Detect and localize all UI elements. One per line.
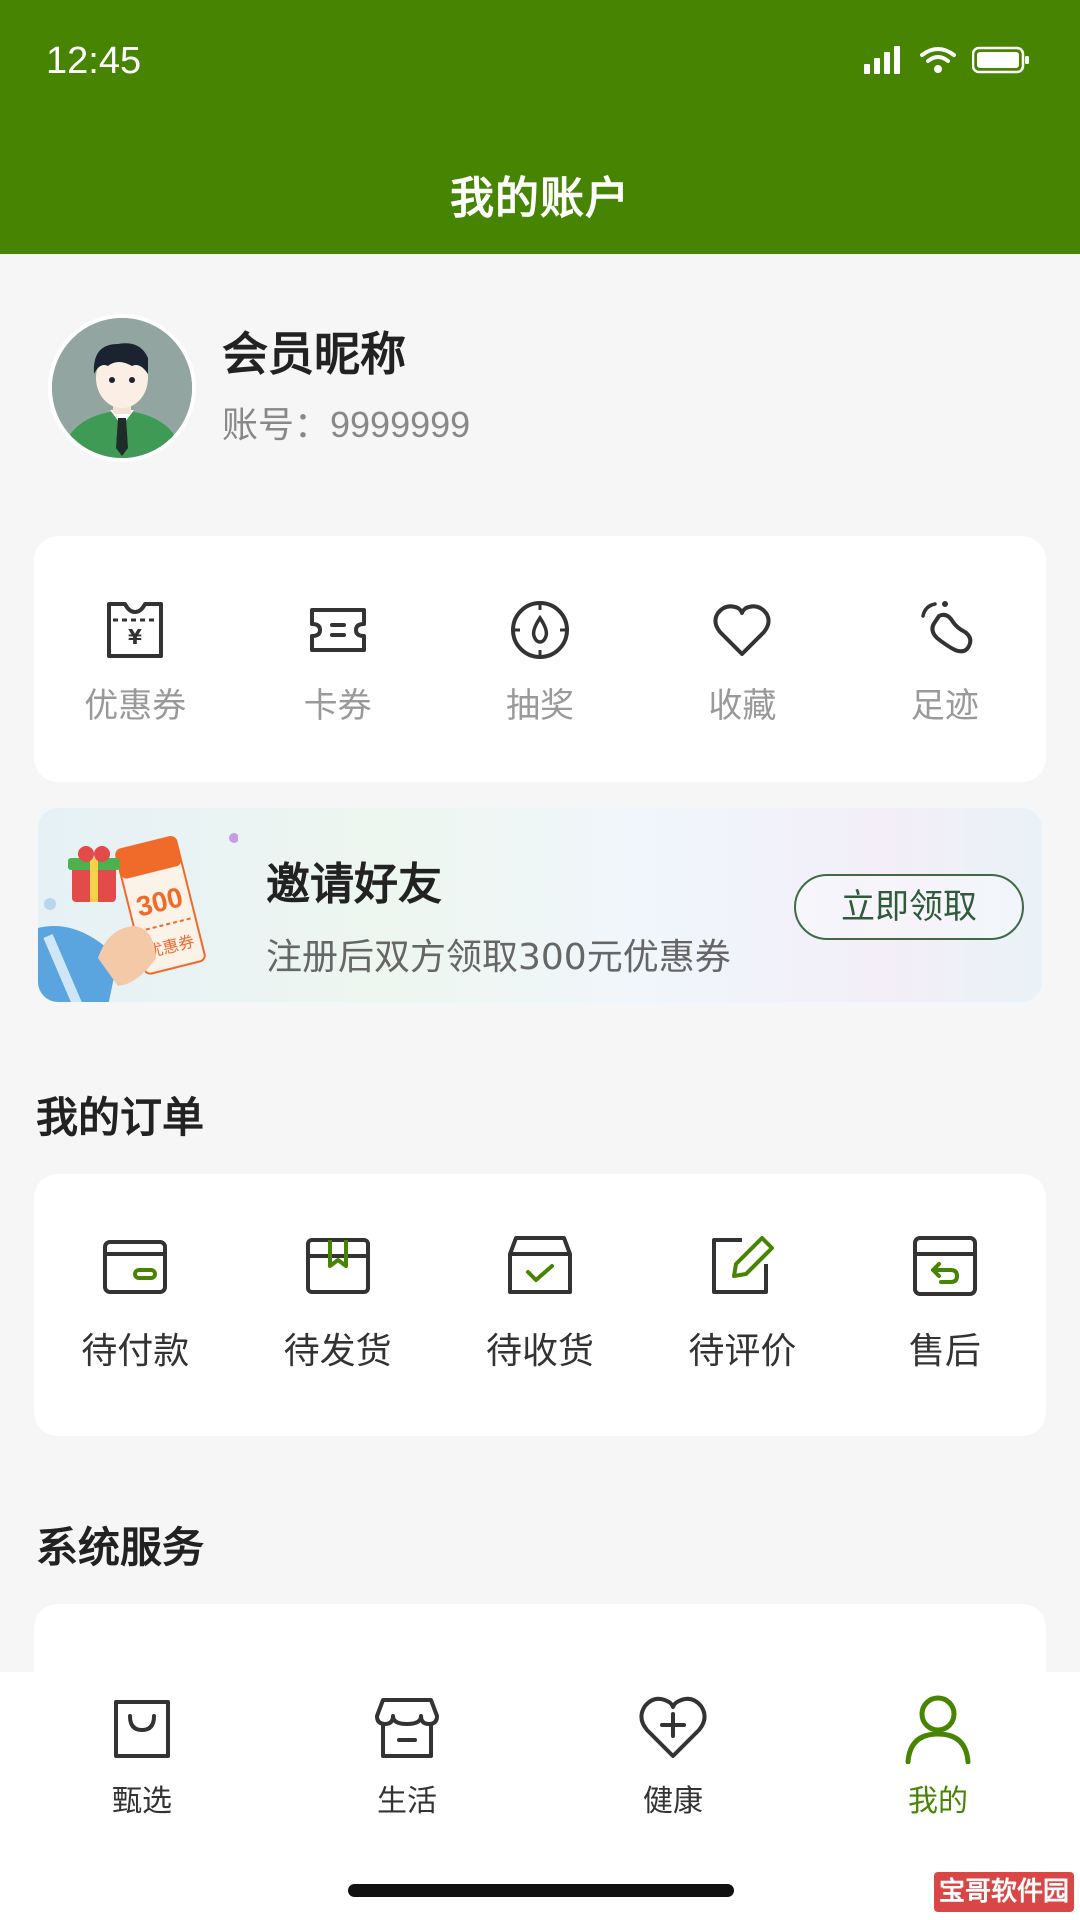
order-pending-receipt[interactable]: 待收货 [439,1174,641,1436]
invite-illustration: 300 优惠券 [38,833,238,1002]
tab-label: 我的 [908,1784,968,1819]
quick-action-label: 收藏 [708,686,777,726]
bottom-tab-bar: 甄选 生活 健康 我的 [0,1672,1080,1920]
account-label: 账号： [222,404,331,445]
orders-card: 待付款 待发货 待收货 待评价 售后 [34,1174,1046,1436]
box-check-icon [508,1236,573,1294]
status-time: 12:45 [46,40,142,82]
tab-label: 生活 [377,1784,437,1819]
tab-label: 甄选 [112,1784,172,1819]
quick-action-coupon[interactable]: ¥ 优惠券 [34,536,236,782]
signal-icon [864,46,900,74]
lottery-icon [511,601,570,659]
avatar[interactable] [48,314,196,462]
order-pending-review[interactable]: 待评价 [641,1174,843,1436]
svg-text:¥: ¥ [128,625,142,649]
wallet-icon [103,1240,168,1294]
order-pending-payment[interactable]: 待付款 [34,1174,236,1436]
order-status-label: 售后 [908,1331,981,1372]
tab-life[interactable]: 生活 [272,1672,542,1832]
user-icon [905,1695,971,1764]
shopping-bag-icon [114,1700,170,1758]
services-section-title: 系统服务 [36,1523,205,1572]
coupon-icon: ¥ [107,602,164,658]
claim-now-button[interactable]: 立即领取 [794,874,1024,940]
box-icon [305,1238,370,1294]
quick-action-label: 抽奖 [506,686,575,726]
order-status-label: 待评价 [688,1331,797,1372]
quick-action-lottery[interactable]: 抽奖 [439,536,641,782]
footprint-icon [921,601,973,654]
banner-subtitle: 注册后双方领取300元优惠券 [266,937,731,978]
edit-icon [712,1236,775,1294]
quick-action-label: 优惠券 [84,686,187,726]
header-bar: 12:45 我的账户 [0,0,1080,254]
quick-action-footprint[interactable]: 足迹 [844,536,1046,782]
quick-action-favorites[interactable]: 收藏 [641,536,843,782]
tab-mine[interactable]: 我的 [803,1672,1073,1832]
order-pending-shipment[interactable]: 待发货 [236,1174,438,1436]
tab-selection[interactable]: 甄选 [7,1672,277,1832]
banner-title: 邀请好友 [266,859,442,910]
invite-friends-banner[interactable]: 300 优惠券 邀请好友 注册后双方领取300元优惠券 立即领取 [36,806,1044,1004]
order-status-label: 待收货 [486,1331,595,1372]
avatar-illustration [52,318,192,458]
health-heart-icon [639,1696,707,1758]
page-title: 我的账户 [450,173,630,224]
quick-action-card-ticket[interactable]: 卡券 [236,536,438,782]
order-status-label: 待发货 [283,1331,392,1372]
orders-section-title: 我的订单 [36,1093,205,1142]
quick-actions-card: ¥ 优惠券 卡券 抽奖 收藏 足迹 [34,536,1046,782]
battery-icon [972,46,1029,74]
return-box-icon [912,1236,977,1296]
heart-icon [713,604,771,656]
home-indicator[interactable] [348,1884,734,1897]
ticket-icon [309,608,366,652]
store-icon [375,1698,439,1758]
tab-label: 健康 [643,1784,703,1819]
order-after-sales[interactable]: 售后 [844,1174,1046,1436]
account-number: 账号：9999999 [222,396,470,448]
order-status-label: 待付款 [81,1331,190,1372]
account-value: 9999999 [330,404,471,445]
quick-action-label: 足迹 [910,686,979,726]
watermark-logo: 宝哥软件园 [934,1872,1074,1912]
member-nickname: 会员昵称 [222,327,406,381]
tab-health[interactable]: 健康 [538,1672,808,1832]
wifi-icon [920,47,956,73]
quick-action-label: 卡券 [303,686,372,726]
status-icons [864,46,1030,74]
